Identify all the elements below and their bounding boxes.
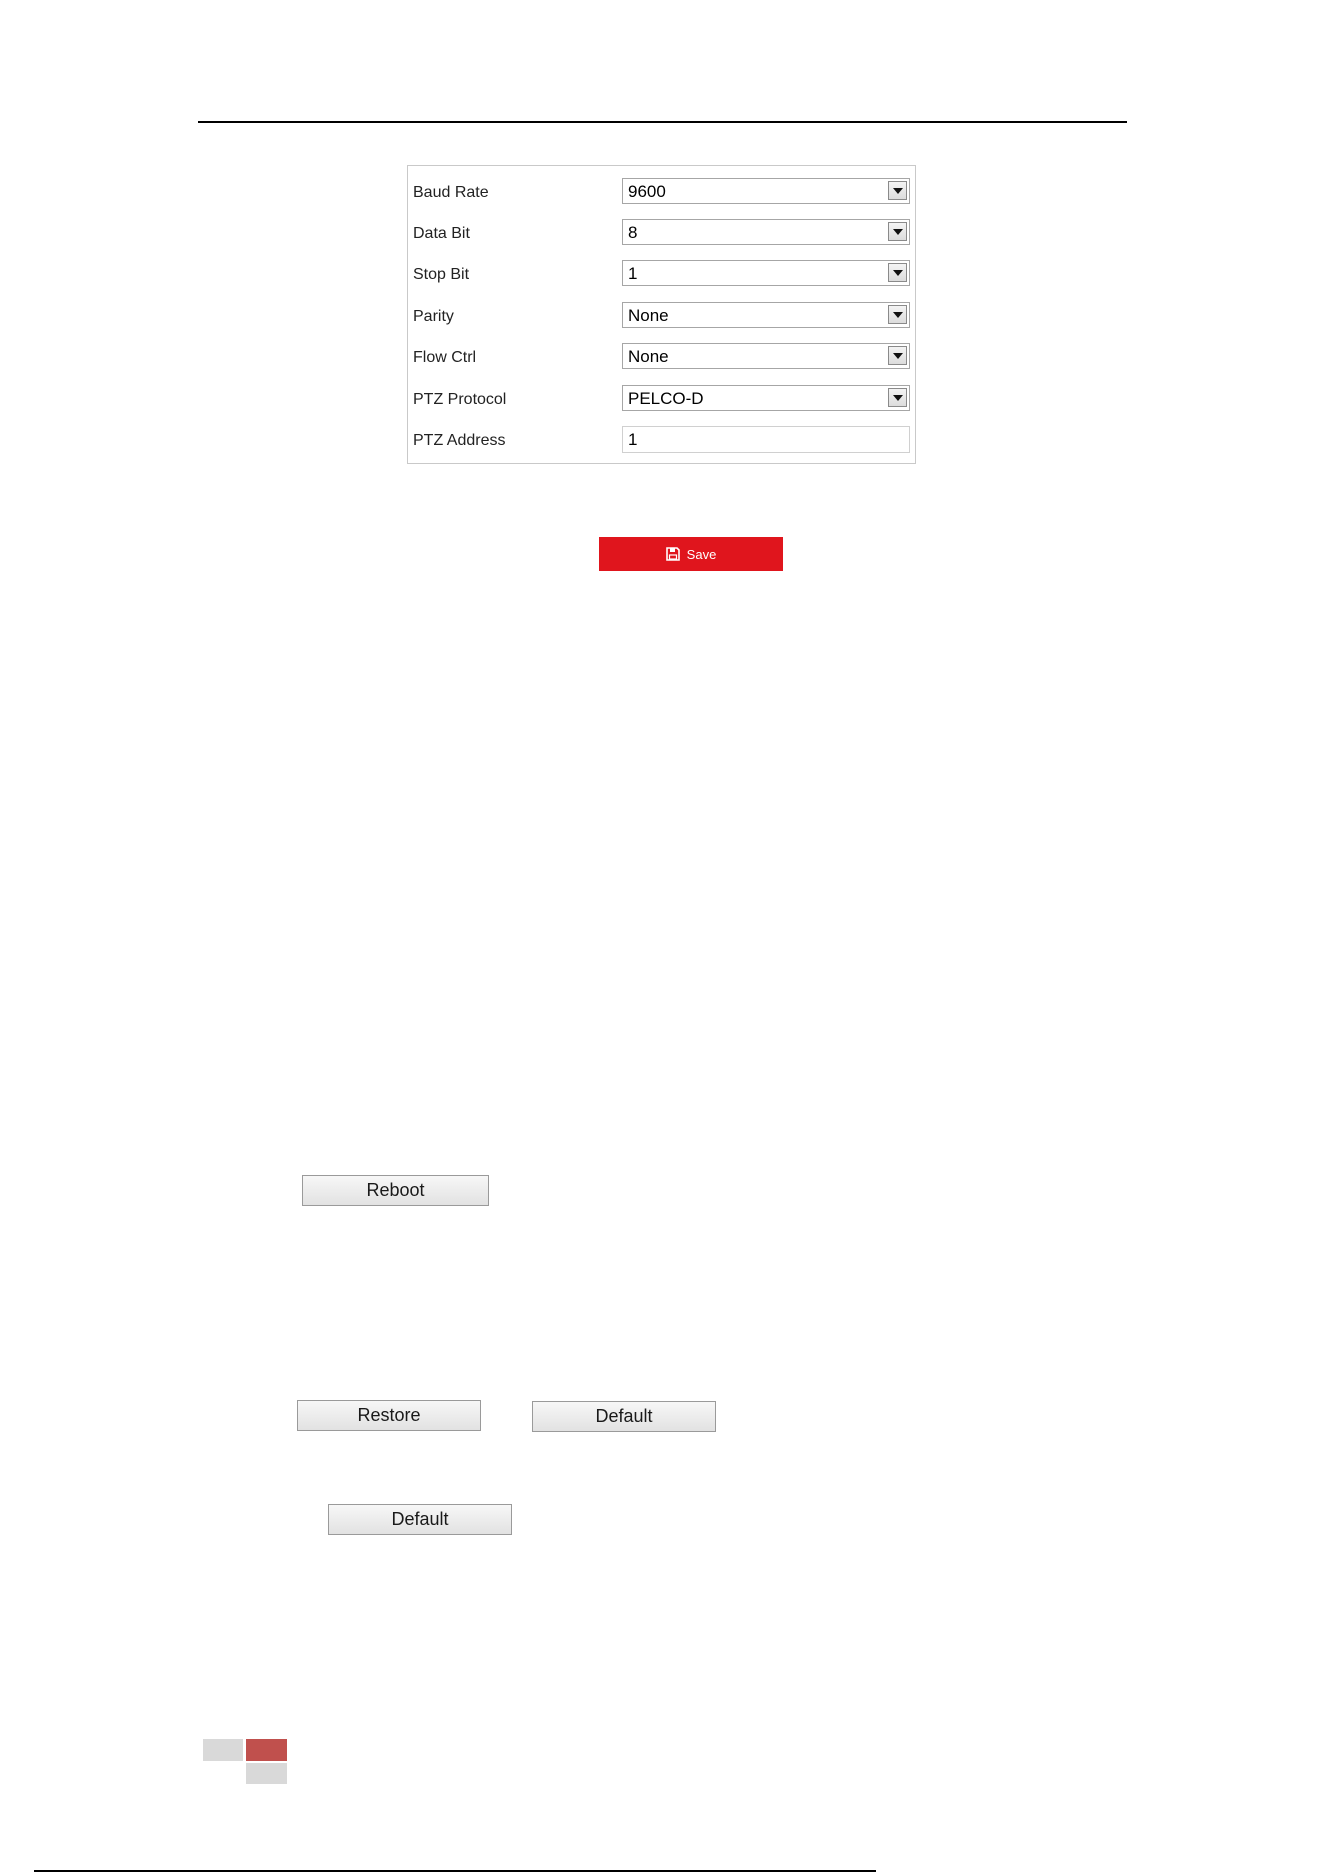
stop-bit-value: 1 (628, 264, 638, 283)
parity-select[interactable]: None (622, 302, 910, 328)
restore-button-label: Restore (357, 1405, 421, 1425)
header-rule (198, 121, 1127, 123)
chevron-down-icon[interactable] (888, 181, 907, 200)
baud-rate-select[interactable]: 9600 (622, 178, 910, 204)
flow-ctrl-value: None (628, 347, 669, 366)
serial-settings-panel: Baud Rate 9600 Data Bit 8 Stop Bit 1 Par… (407, 165, 916, 464)
chevron-down-icon[interactable] (888, 388, 907, 407)
default-button[interactable]: Default (328, 1504, 512, 1535)
baud-rate-value: 9600 (628, 182, 666, 201)
baud-rate-row: Baud Rate 9600 (408, 178, 915, 206)
ptz-protocol-label: PTZ Protocol (413, 391, 507, 408)
chevron-down-icon[interactable] (888, 222, 907, 241)
chevron-down-icon[interactable] (888, 346, 907, 365)
stop-bit-select[interactable]: 1 (622, 260, 910, 286)
flow-ctrl-label: Flow Ctrl (413, 349, 477, 366)
ptz-address-value: 1 (628, 430, 638, 449)
ptz-address-label: PTZ Address (413, 432, 506, 449)
restore-button[interactable]: Restore (297, 1400, 481, 1431)
chevron-down-icon[interactable] (888, 305, 907, 324)
ptz-address-row: PTZ Address 1 (408, 426, 915, 454)
ptz-address-input[interactable]: 1 (622, 426, 910, 453)
ptz-protocol-row: PTZ Protocol PELCO-D (408, 385, 915, 413)
default-button-label: Default (595, 1406, 653, 1426)
data-bit-value: 8 (628, 223, 638, 242)
flow-ctrl-select[interactable]: None (622, 343, 910, 369)
save-button-label: Save (686, 546, 717, 562)
parity-label: Parity (413, 308, 454, 325)
ptz-protocol-value: PELCO-D (628, 389, 704, 408)
reboot-button-label: Reboot (366, 1180, 425, 1200)
parity-value: None (628, 306, 669, 325)
save-button[interactable]: Save (599, 537, 783, 571)
ptz-protocol-select[interactable]: PELCO-D (622, 385, 910, 411)
data-bit-row: Data Bit 8 (408, 219, 915, 247)
stop-bit-row: Stop Bit 1 (408, 260, 915, 288)
chevron-down-icon[interactable] (888, 263, 907, 282)
footer-decor-block (246, 1739, 287, 1761)
reboot-button[interactable]: Reboot (302, 1175, 489, 1206)
floppy-disk-icon (665, 547, 680, 561)
data-bit-select[interactable]: 8 (622, 219, 910, 245)
stop-bit-label: Stop Bit (413, 266, 470, 283)
footer-decor-block (203, 1739, 243, 1761)
parity-row: Parity None (408, 302, 915, 330)
baud-rate-label: Baud Rate (413, 184, 489, 201)
data-bit-label: Data Bit (413, 225, 470, 242)
footer-decor-block (246, 1763, 287, 1784)
flow-ctrl-row: Flow Ctrl None (408, 343, 915, 371)
default-button-label: Default (391, 1509, 449, 1529)
default-button[interactable]: Default (532, 1401, 716, 1432)
